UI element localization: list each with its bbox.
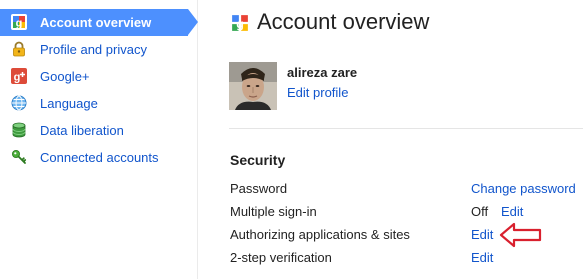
status-text: Off	[471, 204, 489, 219]
sidebar-item-google-plus[interactable]: g Google+	[0, 63, 198, 90]
divider	[229, 128, 583, 129]
google-icon: g	[231, 14, 249, 32]
sidebar-item-connected-accounts[interactable]: Connected accounts	[0, 144, 198, 171]
change-password-link[interactable]: Change password	[471, 181, 576, 196]
sidebar-item-label: Profile and privacy	[40, 42, 147, 57]
security-row-2-step-verification: 2-step verification Edit	[230, 250, 583, 270]
google-icon: g	[11, 14, 27, 30]
row-label: 2-step verification	[230, 250, 332, 265]
edit-2-step-verification-link[interactable]: Edit	[471, 250, 493, 265]
page-title: Account overview	[257, 9, 430, 34]
edit-authorizing-apps-link[interactable]: Edit	[471, 227, 493, 242]
globe-icon	[11, 95, 27, 111]
row-label: Multiple sign-in	[230, 204, 317, 219]
sidebar-item-label: Data liberation	[40, 123, 124, 138]
row-label: Password	[230, 181, 288, 196]
security-row-multiple-sign-in: Multiple sign-in Off Edit	[230, 204, 583, 224]
row-label: Authorizing applications & sites	[230, 227, 410, 242]
edit-multiple-sign-in-link[interactable]: Edit	[501, 204, 523, 219]
annotation-arrow-icon	[499, 222, 542, 248]
user-name: alireza zare	[287, 65, 358, 80]
sidebar-item-profile-and-privacy[interactable]: Profile and privacy	[0, 36, 198, 63]
key-icon	[11, 149, 27, 165]
svg-text:g: g	[14, 72, 21, 84]
sidebar-item-account-overview[interactable]: g Account overview	[0, 9, 198, 36]
google-plus-icon: g	[11, 68, 27, 84]
sidebar-item-data-liberation[interactable]: Data liberation	[0, 117, 198, 144]
svg-text:g: g	[16, 18, 23, 30]
sidebar-item-language[interactable]: Language	[0, 90, 198, 117]
page: g Account overview Profile and privacy g	[0, 0, 583, 279]
avatar[interactable]	[229, 62, 277, 110]
database-icon	[11, 122, 27, 138]
edit-profile-link[interactable]: Edit profile	[287, 85, 348, 100]
sidebar-item-label: Language	[40, 96, 98, 111]
lock-icon	[11, 41, 27, 57]
sidebar: g Account overview Profile and privacy g	[0, 0, 198, 279]
security-row-password: Password Change password	[230, 181, 583, 201]
sidebar-item-label: Account overview	[40, 15, 152, 30]
svg-text:g: g	[236, 17, 244, 31]
security-section-title: Security	[230, 152, 286, 168]
sidebar-item-label: Google+	[40, 69, 90, 84]
sidebar-item-label: Connected accounts	[40, 150, 159, 165]
